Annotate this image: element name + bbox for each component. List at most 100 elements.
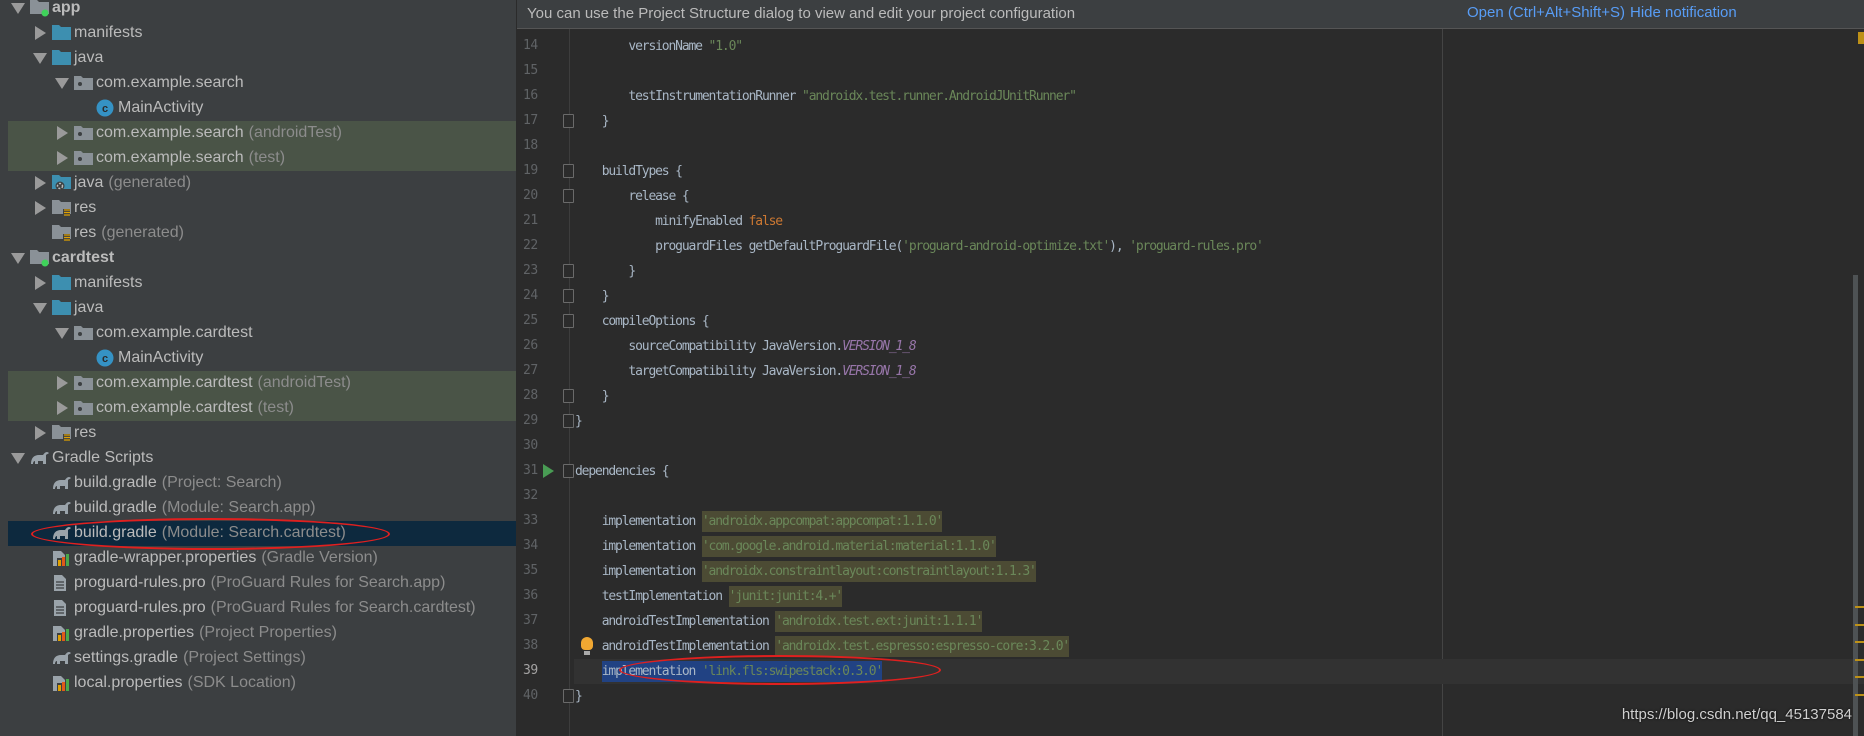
- open-project-structure-link[interactable]: Open (Ctrl+Alt+Shift+S): [1467, 4, 1625, 21]
- expand-arrow-icon[interactable]: [57, 375, 68, 390]
- code-line[interactable]: 32: [517, 484, 1864, 509]
- expand-arrow-icon[interactable]: [57, 125, 68, 140]
- tree-item[interactable]: com.example.search (androidTest): [8, 120, 516, 146]
- code-line[interactable]: 26 sourceCompatibility JavaVersion.VERSI…: [517, 334, 1864, 359]
- tree-item[interactable]: gradle-wrapper.properties (Gradle Version…: [8, 546, 516, 571]
- tree-item[interactable]: build.gradle (Project: Search): [8, 471, 516, 496]
- line-number[interactable]: 26: [523, 338, 538, 353]
- code-line[interactable]: 14 versionName "1.0": [517, 34, 1864, 59]
- line-number[interactable]: 37: [523, 613, 538, 628]
- tree-item[interactable]: manifests: [8, 271, 516, 296]
- line-number[interactable]: 20: [523, 188, 538, 203]
- collapse-arrow-icon[interactable]: [55, 327, 69, 339]
- tree-item[interactable]: Gradle Scripts: [8, 446, 516, 471]
- tree-item[interactable]: com.example.search (test): [8, 145, 516, 171]
- fold-marker-icon[interactable]: [563, 189, 574, 203]
- warning-marker[interactable]: [1855, 624, 1864, 626]
- fold-marker-icon[interactable]: [563, 414, 574, 428]
- collapse-arrow-icon[interactable]: [33, 302, 47, 314]
- code-line[interactable]: 38 androidTestImplementation 'androidx.t…: [517, 634, 1864, 659]
- tree-item[interactable]: com.example.cardtest (androidTest): [8, 370, 516, 396]
- code-line[interactable]: 23 }: [517, 259, 1864, 284]
- code-line[interactable]: 33 implementation 'androidx.appcompat:ap…: [517, 509, 1864, 534]
- collapse-arrow-icon[interactable]: [11, 252, 25, 264]
- tree-item[interactable]: settings.gradle (Project Settings): [8, 646, 516, 671]
- line-number[interactable]: 23: [523, 263, 538, 278]
- tree-item[interactable]: proguard-rules.pro (ProGuard Rules for Se…: [8, 596, 516, 621]
- tree-item[interactable]: com.example.search: [8, 71, 516, 96]
- fold-marker-icon[interactable]: [563, 314, 574, 328]
- code-line[interactable]: 36 testImplementation 'junit:junit:4.+': [517, 584, 1864, 609]
- fold-marker-icon[interactable]: [563, 164, 574, 178]
- line-number[interactable]: 33: [523, 513, 538, 528]
- tree-item[interactable]: c MainActivity: [8, 346, 516, 371]
- line-number[interactable]: 28: [523, 388, 538, 403]
- line-number[interactable]: 27: [523, 363, 538, 378]
- expand-arrow-icon[interactable]: [57, 400, 68, 415]
- code-line[interactable]: 28 }: [517, 384, 1864, 409]
- warning-marker[interactable]: [1855, 641, 1864, 643]
- collapse-arrow-icon[interactable]: [55, 77, 69, 89]
- tree-item[interactable]: cardtest: [8, 246, 516, 271]
- code-line[interactable]: 30: [517, 434, 1864, 459]
- line-number[interactable]: 29: [523, 413, 538, 428]
- line-number[interactable]: 15: [523, 63, 538, 78]
- code-line[interactable]: 24 }: [517, 284, 1864, 309]
- code-line[interactable]: 17 }: [517, 109, 1864, 134]
- fold-marker-icon[interactable]: [563, 264, 574, 278]
- code-line[interactable]: 39 implementation 'link.fls:swipestack:0…: [523, 659, 1864, 684]
- line-number[interactable]: 40: [523, 688, 538, 703]
- code-line[interactable]: 16 testInstrumentationRunner "androidx.t…: [517, 84, 1864, 109]
- tree-item[interactable]: java: [8, 296, 516, 321]
- line-number[interactable]: 31: [523, 463, 538, 478]
- line-number[interactable]: 39: [523, 663, 538, 678]
- collapse-arrow-icon[interactable]: [11, 2, 25, 14]
- line-number[interactable]: 35: [523, 563, 538, 578]
- code-line[interactable]: 31 dependencies {: [517, 459, 1864, 484]
- hide-notification-link[interactable]: Hide notification: [1630, 4, 1737, 21]
- code-line[interactable]: 34 implementation 'com.google.android.ma…: [517, 534, 1864, 559]
- tree-item[interactable]: gradle.properties (Project Properties): [8, 621, 516, 646]
- tree-item[interactable]: res: [8, 196, 516, 221]
- warning-marker[interactable]: [1855, 606, 1864, 608]
- code-line[interactable]: 27 targetCompatibility JavaVersion.VERSI…: [517, 359, 1864, 384]
- fold-marker-icon[interactable]: [563, 114, 574, 128]
- code-line[interactable]: 35 implementation 'androidx.constraintla…: [517, 559, 1864, 584]
- fold-marker-icon[interactable]: [563, 689, 574, 703]
- code-line[interactable]: 37 androidTestImplementation 'androidx.t…: [517, 609, 1864, 634]
- line-number[interactable]: 21: [523, 213, 538, 228]
- collapse-arrow-icon[interactable]: [33, 52, 47, 64]
- expand-arrow-icon[interactable]: [35, 25, 46, 40]
- fold-marker-icon[interactable]: [563, 289, 574, 303]
- code-line[interactable]: 19 buildTypes {: [517, 159, 1864, 184]
- code-line[interactable]: 29}: [517, 409, 1864, 434]
- tree-item[interactable]: build.gradle (Module: Search.app): [8, 496, 516, 521]
- code-line[interactable]: 21 minifyEnabled false: [517, 209, 1864, 234]
- tree-item[interactable]: res: [8, 421, 516, 446]
- fold-marker-icon[interactable]: [563, 464, 574, 478]
- line-number[interactable]: 30: [523, 438, 538, 453]
- line-number[interactable]: 25: [523, 313, 538, 328]
- line-number[interactable]: 36: [523, 588, 538, 603]
- line-number[interactable]: 32: [523, 488, 538, 503]
- warning-status-icon[interactable]: [1858, 32, 1864, 44]
- expand-arrow-icon[interactable]: [35, 275, 46, 290]
- line-number[interactable]: 16: [523, 88, 538, 103]
- code-line[interactable]: 22 proguardFiles getDefaultProguardFile(…: [517, 234, 1864, 259]
- line-number[interactable]: 22: [523, 238, 538, 253]
- tree-item[interactable]: app: [8, 0, 516, 21]
- line-number[interactable]: 24: [523, 288, 538, 303]
- tree-item[interactable]: com.example.cardtest: [8, 321, 516, 346]
- editor-scrollbar[interactable]: [1853, 275, 1858, 736]
- warning-marker[interactable]: [1855, 676, 1864, 678]
- warning-marker[interactable]: [1855, 659, 1864, 661]
- line-number[interactable]: 34: [523, 538, 538, 553]
- collapse-arrow-icon[interactable]: [11, 452, 25, 464]
- tree-item[interactable]: c MainActivity: [8, 96, 516, 121]
- warning-marker[interactable]: [1855, 694, 1864, 696]
- expand-arrow-icon[interactable]: [35, 175, 46, 190]
- tree-item[interactable]: build.gradle (Module: Search.cardtest): [8, 520, 516, 546]
- line-number[interactable]: 18: [523, 138, 538, 153]
- expand-arrow-icon[interactable]: [57, 150, 68, 165]
- code-line[interactable]: 25 compileOptions {: [517, 309, 1864, 334]
